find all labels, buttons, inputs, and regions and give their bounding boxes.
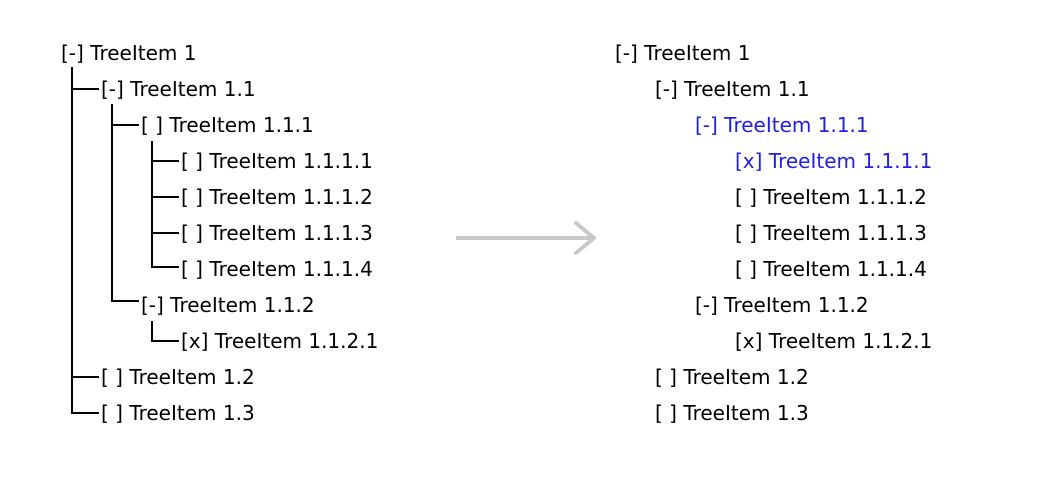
left-tree-item-1-1-1-2: [ ] TreeItem 1.1.1.2 xyxy=(181,185,373,209)
right-tree-item-1-1: [-] TreeItem 1.1 xyxy=(655,77,810,101)
left-tree-item-1-1-1-3: [ ] TreeItem 1.1.1.3 xyxy=(181,221,373,245)
right-tree-item-1-1-1-4: [ ] TreeItem 1.1.1.4 xyxy=(735,257,927,281)
connector-line xyxy=(111,104,113,302)
connector-line xyxy=(151,232,179,234)
left-tree-item-1-1-2: [-] TreeItem 1.1.2 xyxy=(141,293,315,317)
right-tree-item-1-1-1-2: [ ] TreeItem 1.1.1.2 xyxy=(735,185,927,209)
left-tree-item-1-3: [ ] TreeItem 1.3 xyxy=(101,401,255,425)
right-tree-item-1-1-1-1: [x] TreeItem 1.1.1.1 xyxy=(735,149,933,173)
right-tree-item-1-2: [ ] TreeItem 1.2 xyxy=(655,365,809,389)
left-tree-item-1-2: [ ] TreeItem 1.2 xyxy=(101,365,255,389)
left-tree-item-1-1-2-1: [x] TreeItem 1.1.2.1 xyxy=(181,329,379,353)
connector-line xyxy=(151,340,179,342)
connector-line xyxy=(71,376,99,378)
left-tree-item-1-1-1: [ ] TreeItem 1.1.1 xyxy=(141,113,314,137)
right-tree-item-1-1-2: [-] TreeItem 1.1.2 xyxy=(695,293,869,317)
connector-line xyxy=(151,321,153,341)
connector-line xyxy=(151,266,179,268)
transition-arrow-icon xyxy=(456,221,596,255)
right-tree-item-1-3: [ ] TreeItem 1.3 xyxy=(655,401,809,425)
connector-line xyxy=(151,160,179,162)
connector-line xyxy=(71,412,99,414)
connector-line xyxy=(111,124,139,126)
tree-transition-diagram: [-] TreeItem 1 [-] TreeItem 1.1 [ ] Tree… xyxy=(0,0,1048,484)
connector-line xyxy=(111,300,139,302)
left-tree-item-1: [-] TreeItem 1 xyxy=(61,41,197,65)
right-tree-item-1-1-2-1: [x] TreeItem 1.1.2.1 xyxy=(735,329,933,353)
left-tree-item-1-1: [-] TreeItem 1.1 xyxy=(101,77,256,101)
connector-line xyxy=(151,196,179,198)
connector-line xyxy=(71,88,99,90)
connector-line xyxy=(71,67,73,413)
left-tree-item-1-1-1-4: [ ] TreeItem 1.1.1.4 xyxy=(181,257,373,281)
right-tree-item-1-1-1-3: [ ] TreeItem 1.1.1.3 xyxy=(735,221,927,245)
right-tree-item-1-1-1: [-] TreeItem 1.1.1 xyxy=(695,113,869,137)
right-tree-item-1: [-] TreeItem 1 xyxy=(615,41,751,65)
left-tree-item-1-1-1-1: [ ] TreeItem 1.1.1.1 xyxy=(181,149,373,173)
